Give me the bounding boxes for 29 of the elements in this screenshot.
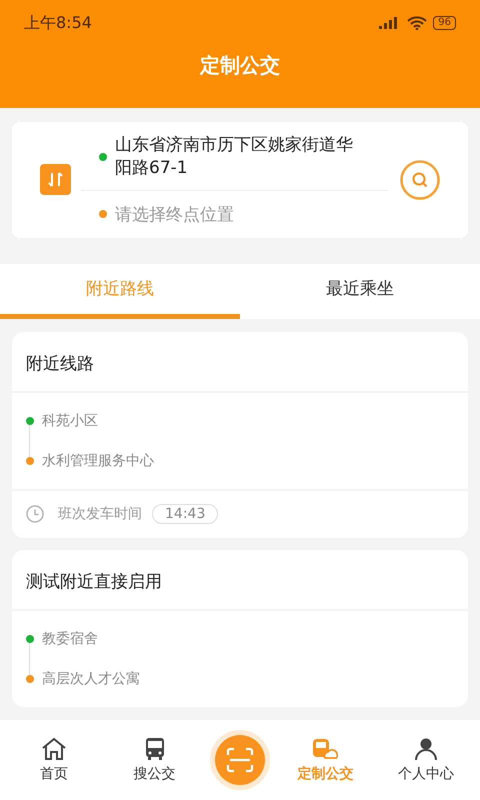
status-time: 上午8:54 bbox=[24, 12, 92, 34]
departure-label: 班次发车时间 bbox=[58, 505, 142, 523]
departure-time: 14:43 bbox=[152, 504, 218, 524]
route-title: 测试附近直接启用 bbox=[12, 550, 468, 611]
battery-icon: 96 bbox=[433, 16, 456, 30]
stop-name: 教委宿舍 bbox=[42, 630, 98, 648]
destination-dot bbox=[99, 210, 107, 218]
stop-name: 水利管理服务中心 bbox=[42, 452, 154, 470]
route-card[interactable]: 附近线路 科苑小区 水利管理服务中心 班次发车时间 14:43 bbox=[12, 332, 468, 538]
origin-dot bbox=[99, 152, 107, 161]
nav-item[interactable]: 个人中心 bbox=[386, 737, 466, 783]
bus-icon bbox=[144, 737, 166, 761]
home-icon bbox=[41, 737, 68, 761]
swap-icon[interactable] bbox=[40, 164, 71, 196]
wifi-icon bbox=[407, 16, 428, 30]
route-title: 附近线路 bbox=[12, 332, 468, 393]
person-icon bbox=[414, 737, 438, 761]
stop-name: 科苑小区 bbox=[42, 412, 98, 430]
route-card[interactable]: 测试附近直接启用 教委宿舍 高层次人才公寓 bbox=[12, 550, 468, 707]
bus-cloud-icon bbox=[312, 737, 338, 761]
nav-item[interactable]: 搜公交 bbox=[114, 737, 195, 783]
stop-name: 高层次人才公寓 bbox=[42, 670, 140, 688]
clock-icon bbox=[26, 505, 44, 523]
nav-item[interactable]: 首页 bbox=[14, 737, 94, 783]
origin-field[interactable]: 山东省济南市历下区姚家街道华阳路67-1 bbox=[115, 134, 355, 180]
scan-button[interactable] bbox=[214, 735, 265, 785]
scan-icon bbox=[226, 747, 254, 773]
search-button[interactable] bbox=[400, 160, 440, 200]
page-title: 定制公交 bbox=[198, 52, 281, 79]
